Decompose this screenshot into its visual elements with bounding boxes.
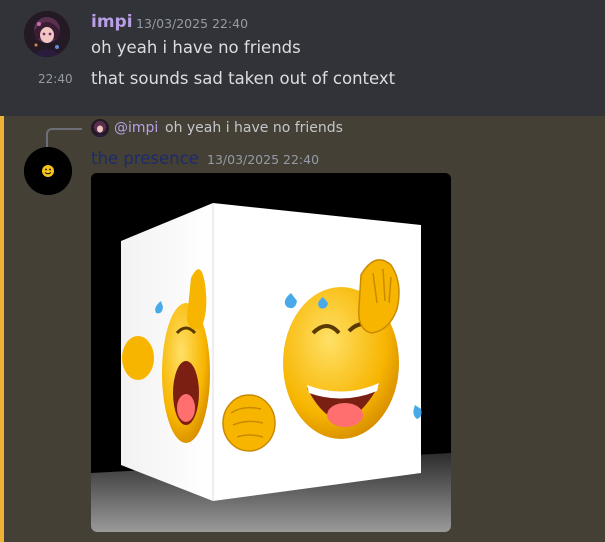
message-text: that sounds sad taken out of context <box>91 69 396 88</box>
reply-preview-text[interactable]: oh yeah i have no friends <box>165 120 343 136</box>
message-hover-timestamp: 22:40 <box>38 72 73 86</box>
chat-message-list: impi 13/03/2025 22:40 oh yeah i have no … <box>0 0 605 542</box>
message-group-the-presence[interactable]: @impi oh yeah i have no friends the pres… <box>0 116 605 542</box>
avatar-impi[interactable] <box>24 11 70 57</box>
reply-spine-line <box>46 128 82 148</box>
reply-author-mention[interactable]: @impi <box>114 120 158 136</box>
anime-avatar-small-icon <box>91 119 109 137</box>
smiley-avatar-icon <box>24 147 72 195</box>
mention-highlight-bar <box>0 116 4 542</box>
message-author[interactable]: impi <box>91 12 133 32</box>
avatar-the-presence[interactable] <box>24 147 72 195</box>
laughing-crying-emoji-cube-icon <box>91 173 451 532</box>
reply-avatar-impi[interactable] <box>91 119 109 137</box>
gif-attachment[interactable] <box>91 173 451 532</box>
anime-avatar-icon <box>24 11 70 57</box>
message-author[interactable]: the presence <box>91 149 199 168</box>
message-text: oh yeah i have no friends <box>91 38 301 57</box>
message-timestamp: 13/03/2025 22:40 <box>136 16 249 31</box>
message-group-impi[interactable]: impi 13/03/2025 22:40 oh yeah i have no … <box>0 0 605 116</box>
message-timestamp: 13/03/2025 22:40 <box>207 152 320 167</box>
